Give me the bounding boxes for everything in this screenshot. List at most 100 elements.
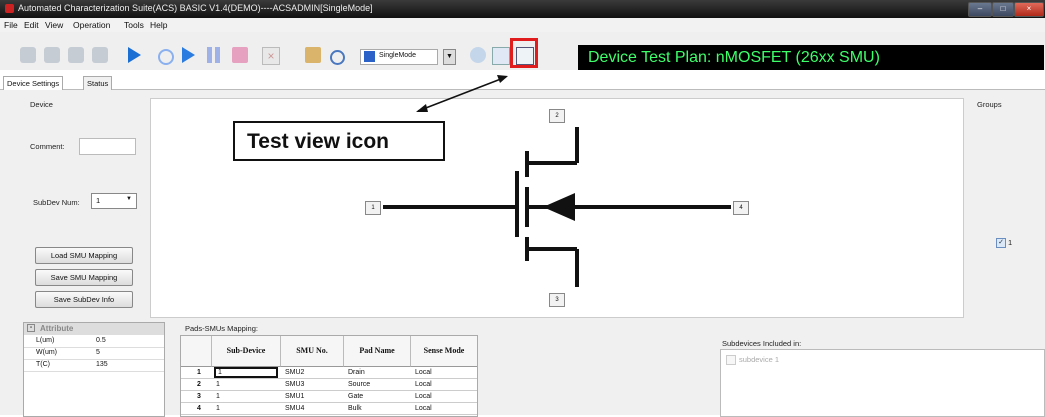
comment-input[interactable] [79,138,136,155]
subdevice-checkbox[interactable] [726,355,736,365]
script-icon[interactable] [492,47,510,65]
row-index: 3 [197,393,201,400]
tab-strip: Device Settings Status [0,73,1045,90]
menu-operation[interactable]: Operation [73,20,110,30]
menu-edit[interactable]: Edit [24,20,39,30]
run-icon[interactable] [128,47,141,63]
attribute-name: W(um) [36,349,57,356]
attribute-row[interactable]: T(C) 135 [24,360,164,372]
menu-help[interactable]: Help [150,20,167,30]
test-plan-banner: Device Test Plan: nMOSFET (26xx SMU) [578,45,1044,70]
device-section-label: Device [30,100,53,109]
maximize-button[interactable]: □ [992,2,1014,17]
pad-cell[interactable]: Source [346,379,410,390]
load-smu-mapping-button[interactable]: Load SMU Mapping [35,247,133,264]
subdevice-cell[interactable]: 1 [214,379,278,390]
app-icon [5,4,14,13]
annotation-callout: Test view icon [233,121,445,161]
banner-text: Device Test Plan: nMOSFET (26xx SMU) [588,49,880,66]
attribute-value[interactable]: 5 [96,349,100,356]
mode-label: SingleMode [379,52,416,59]
pad-cell[interactable]: Drain [346,367,410,378]
groups-label: Groups [977,100,1002,109]
pause-icon[interactable] [206,47,222,63]
subdevice-cell[interactable]: 1 [214,391,278,402]
save-icon[interactable] [68,47,84,63]
smu-cell[interactable]: SMU4 [283,403,343,414]
mode-dropdown-button[interactable]: ▼ [443,49,456,65]
attribute-value[interactable]: 135 [96,361,108,368]
sense-cell[interactable]: Local [413,403,477,414]
chevron-down-icon: ▼ [126,196,132,202]
attribute-grid: - Attribute L(um) 0.5 W(um) 5 T(C) 135 [23,322,165,417]
save-subdev-info-button[interactable]: Save SubDev Info [35,291,133,308]
attribute-row[interactable]: W(um) 5 [24,348,164,360]
menu-tools[interactable]: Tools [124,20,144,30]
delete-icon[interactable]: × [262,47,280,65]
save-smu-mapping-button[interactable]: Save SMU Mapping [35,269,133,286]
subdevice-cell[interactable]: 1 [214,367,278,378]
group-checkbox[interactable]: ✓ [996,238,1006,248]
menu-view[interactable]: View [45,20,63,30]
subdev-label: SubDev Num: [33,198,80,207]
attribute-header: - Attribute [24,323,164,335]
menu-file[interactable]: File [4,20,18,30]
sense-cell[interactable]: Local [413,379,477,390]
navigate-icon[interactable] [470,47,486,63]
pad-cell[interactable]: Gate [346,391,410,402]
collapse-icon[interactable]: - [27,324,35,332]
window-title: Automated Characterization Suite(ACS) BA… [18,3,373,13]
menu-bar: File Edit View Operation Tools Help [0,18,1045,32]
subdevices-list: subdevice 1 [720,349,1045,417]
subdevices-label: Subdevices Included in: [722,339,802,348]
run-repeat-icon[interactable] [158,49,174,65]
column-header-sense[interactable]: Sense Mode [411,336,477,367]
smu-cell[interactable]: SMU1 [283,391,343,402]
minimize-button[interactable]: – [968,2,992,17]
pad-2[interactable]: 2 [549,109,565,123]
subdevice-item: subdevice 1 [739,355,780,364]
smu-cell[interactable]: SMU3 [283,379,343,390]
table-row[interactable]: 4 1 SMU4 Bulk Local [181,403,477,415]
attribute-name: T(C) [36,361,50,368]
subdev-select[interactable]: 1 ▼ [91,193,137,209]
pad-4[interactable]: 4 [733,201,749,215]
callout-text: Test view icon [247,130,389,153]
sense-cell[interactable]: Local [413,391,477,402]
close-button[interactable]: × [1014,2,1044,17]
sense-cell[interactable]: Local [413,367,477,378]
column-header-index [181,336,212,367]
attribute-name: L(um) [36,337,55,344]
pad-cell[interactable]: Bulk [346,403,410,414]
mode-selector[interactable]: SingleMode [360,49,438,65]
table-row[interactable]: 2 1 SMU3 Source Local [181,379,477,391]
run-test-icon[interactable] [182,47,195,63]
attribute-row[interactable]: L(um) 0.5 [24,336,164,348]
tab-status[interactable]: Status [83,76,113,90]
pad-3[interactable]: 3 [549,293,565,307]
group-item-label: 1 [1008,238,1013,247]
home-icon[interactable] [305,47,321,63]
table-row[interactable]: 3 1 SMU1 Gate Local [181,391,477,403]
test-view-highlight [510,38,538,68]
attribute-value[interactable]: 0.5 [96,337,106,344]
tab-device-settings[interactable]: Device Settings [3,76,64,90]
column-header-pad[interactable]: Pad Name [344,336,411,367]
pad-1[interactable]: 1 [365,201,381,215]
stop-icon[interactable] [232,47,248,63]
single-mode-icon [364,51,375,62]
mapping-label: Pads-SMUs Mapping: [185,324,258,333]
copy-icon[interactable] [92,47,108,63]
settings-icon[interactable] [44,47,60,63]
refresh-icon[interactable] [330,50,345,65]
smu-cell[interactable]: SMU2 [283,367,343,378]
row-index: 4 [197,405,201,412]
table-row[interactable]: 1 1 SMU2 Drain Local [181,367,477,379]
attribute-header-label: Attribute [40,324,74,333]
undo-icon[interactable] [20,47,36,63]
comment-label: Comment: [30,142,65,151]
subdevice-cell[interactable]: 1 [214,403,278,414]
title-bar: Automated Characterization Suite(ACS) BA… [0,0,1045,18]
column-header-subdevice[interactable]: Sub-Device [212,336,281,367]
column-header-smu[interactable]: SMU No. [281,336,344,367]
